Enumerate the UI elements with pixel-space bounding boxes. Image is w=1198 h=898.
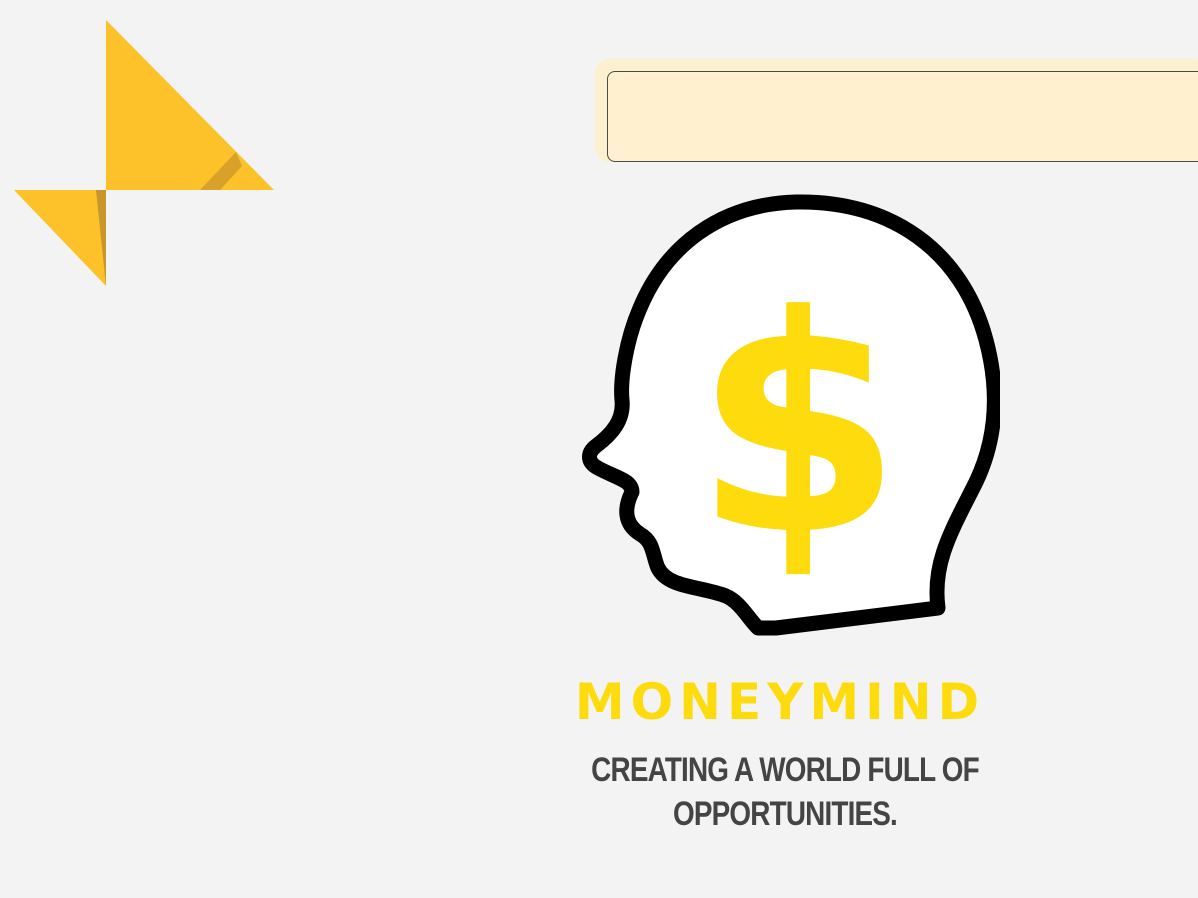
origami-wing-lower <box>14 190 106 286</box>
origami-wing-upper <box>106 20 274 190</box>
dollar-sign-icon: $ <box>694 252 903 601</box>
brand-name: MONEYMIND <box>574 673 986 731</box>
head-dollar-icon: $ <box>582 194 1000 636</box>
banner-box <box>607 71 1198 162</box>
origami-bird-logo-icon <box>14 20 274 286</box>
brand-tagline: CREATING A WORLD FULL OF OPPORTUNITIES. <box>591 751 979 833</box>
